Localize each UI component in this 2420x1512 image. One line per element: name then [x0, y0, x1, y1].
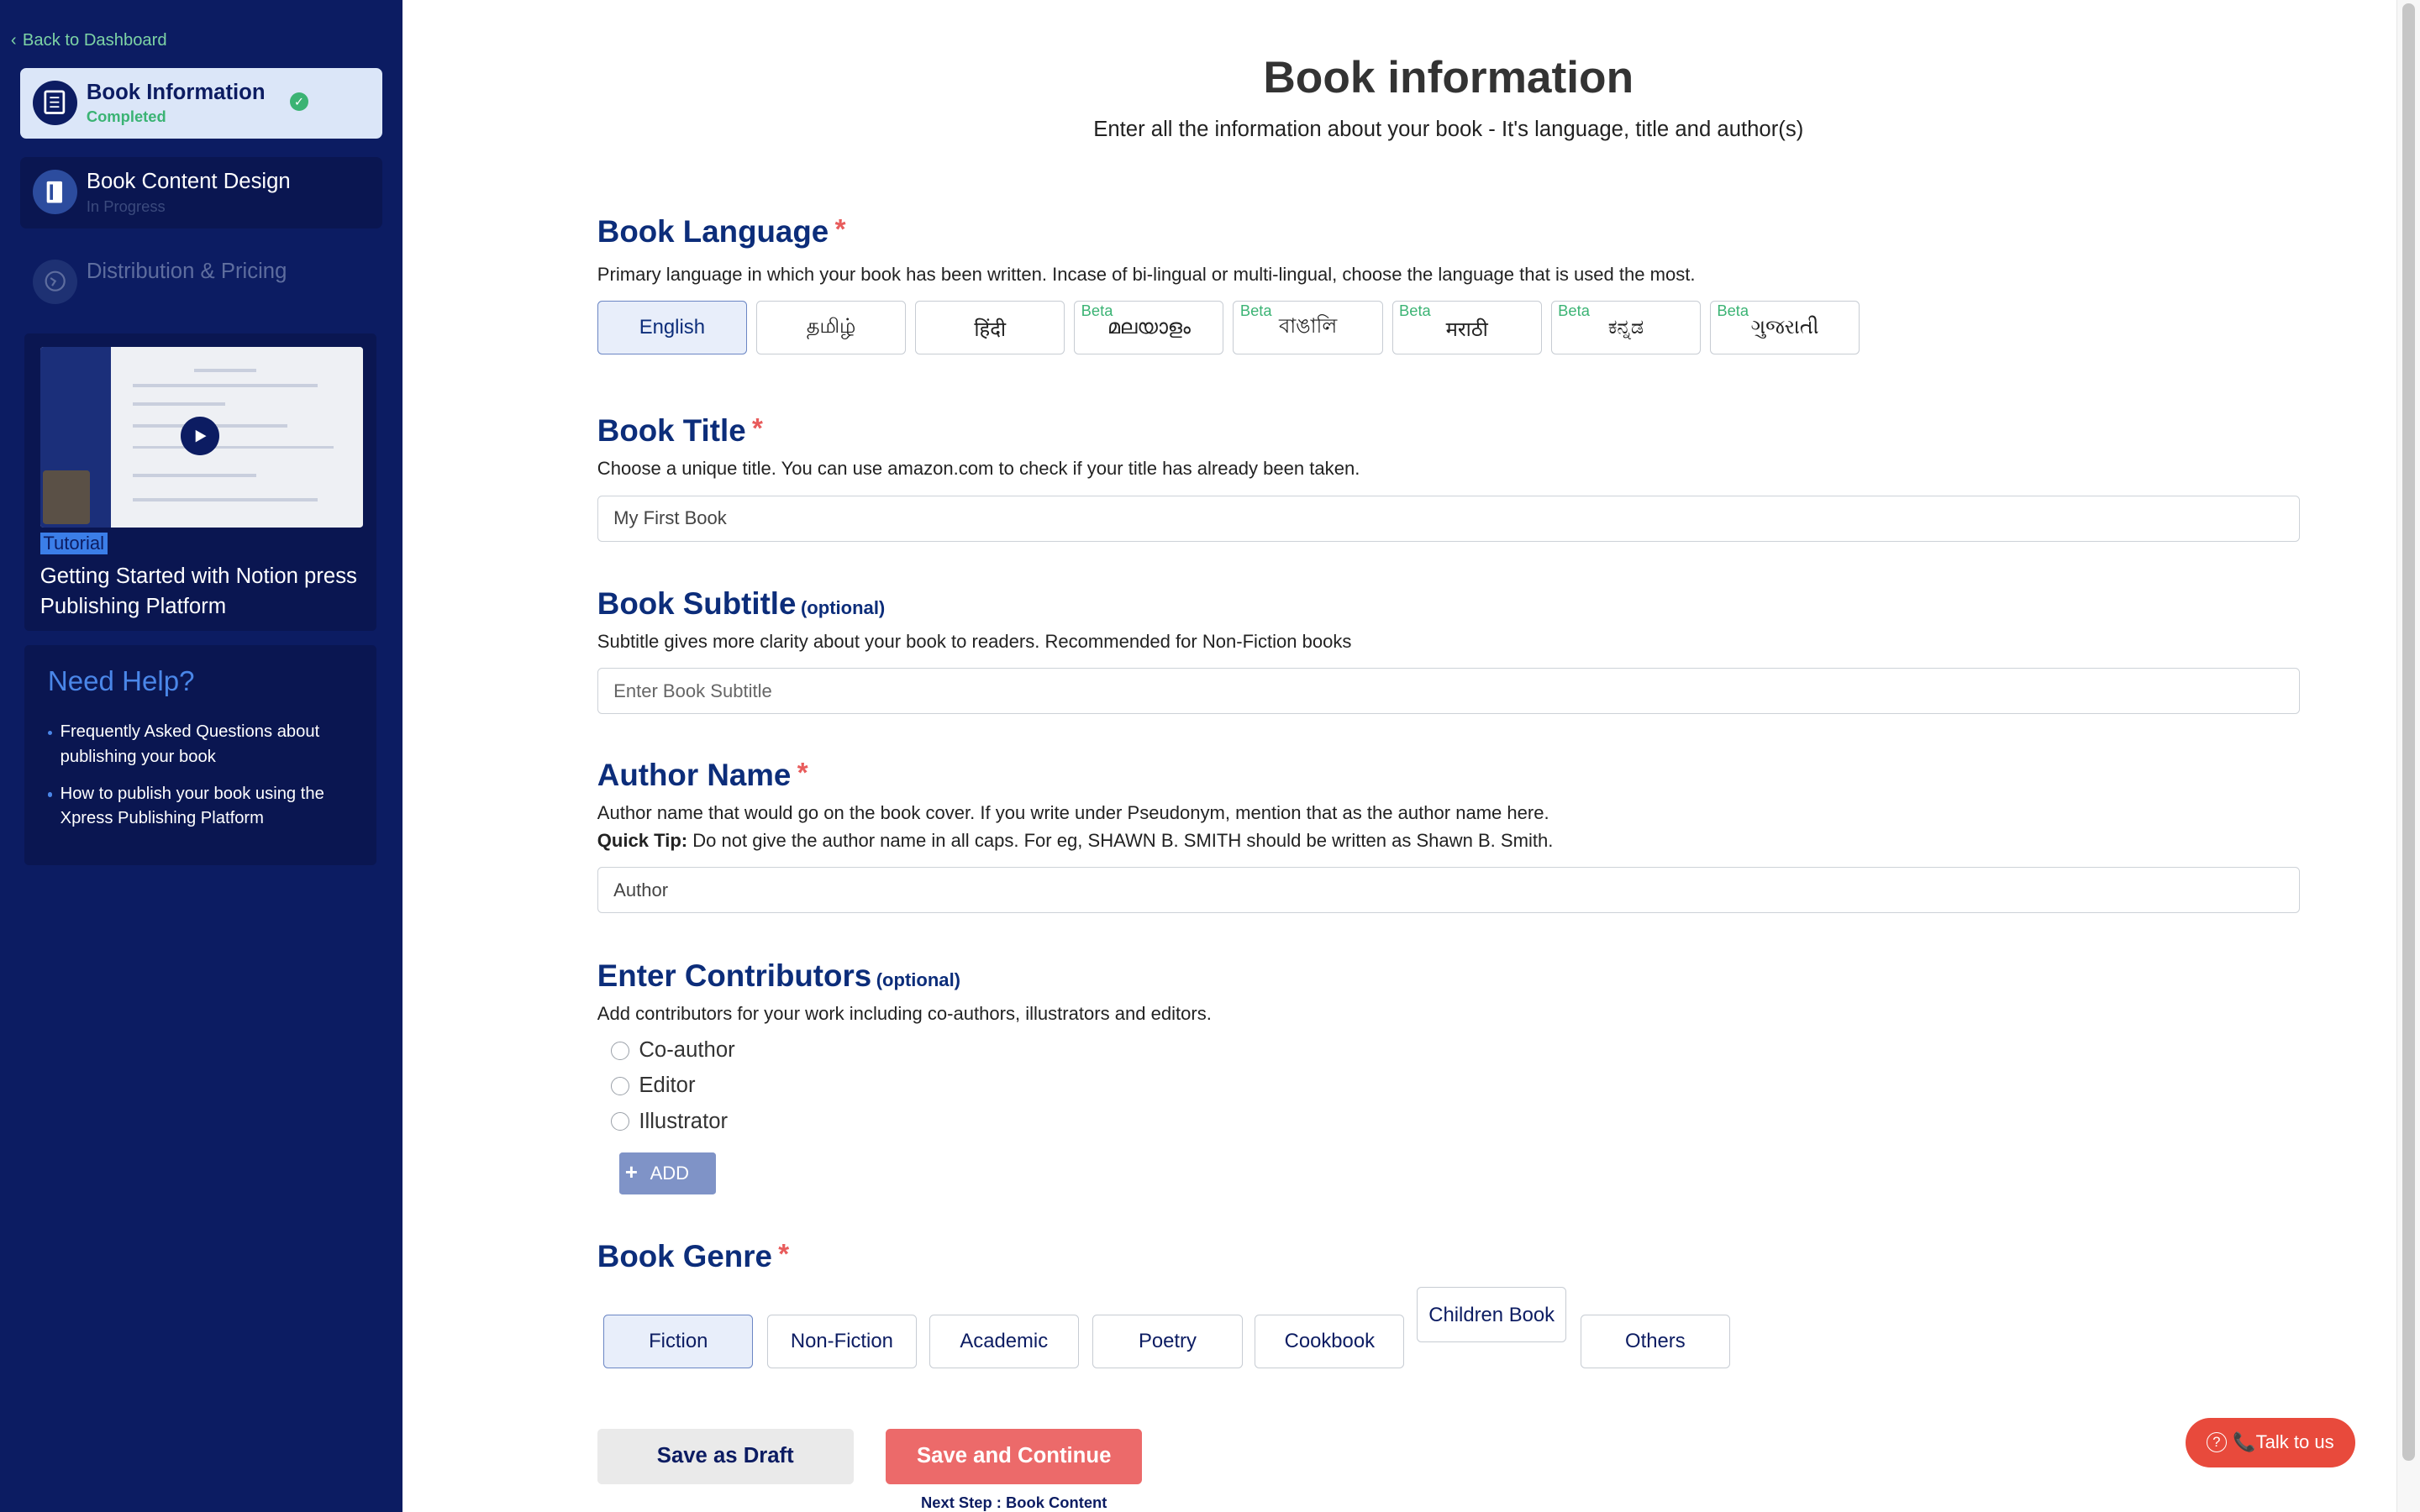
book-open-icon	[32, 170, 77, 215]
scrollbar-thumb[interactable]	[2402, 3, 2415, 1462]
genre-option-children-book[interactable]: Children Book	[1417, 1286, 1567, 1342]
save-as-draft-button[interactable]: Save as Draft	[597, 1428, 854, 1484]
title-heading: Book Title *	[597, 413, 763, 449]
step-title: Book Information	[86, 80, 266, 104]
help-circle-icon: ?	[2206, 1432, 2227, 1453]
contributor-editor-radio[interactable]: Editor	[611, 1074, 696, 1098]
tutorial-video-thumbnail[interactable]	[39, 347, 363, 528]
language-option-gujarati[interactable]: Beta ગુજરાતી	[1710, 301, 1860, 355]
genre-option-others[interactable]: Others	[1580, 1314, 1730, 1369]
next-step-label: Next Step : Book Content	[921, 1493, 1107, 1511]
page-scrollbar[interactable]	[2396, 0, 2420, 1512]
contributors-description: Add contributors for your work including…	[597, 1002, 1212, 1024]
help-link-publish-guide[interactable]: How to publish your book using the Xpres…	[47, 782, 354, 832]
back-to-dashboard-link[interactable]: ‹ Back to Dashboard	[11, 31, 167, 50]
beta-badge: Beta	[1399, 302, 1431, 320]
contributor-coauthor-radio[interactable]: Co-author	[611, 1038, 735, 1063]
subtitle-heading: Book Subtitle (optional)	[597, 585, 886, 621]
page-title: Book information	[1263, 53, 1634, 103]
globe-icon	[32, 259, 77, 304]
step-title: Book Content Design	[86, 170, 291, 194]
page-subtitle: Enter all the information about your boo…	[1093, 117, 1804, 141]
plus-icon: +	[624, 1161, 638, 1185]
add-contributor-button[interactable]: + ADD	[618, 1152, 717, 1194]
tutorial-card[interactable]: Tutorial Getting Started with Notion pre…	[24, 333, 377, 632]
language-option-malayalam[interactable]: Beta മലയാളം	[1074, 301, 1224, 355]
genre-option-academic[interactable]: Academic	[929, 1314, 1079, 1369]
talk-to-us-button[interactable]: ? 📞Talk to us	[2185, 1417, 2355, 1467]
genre-option-poetry[interactable]: Poetry	[1092, 1314, 1243, 1369]
language-option-hindi[interactable]: हिंदी	[915, 301, 1065, 355]
language-heading: Book Language *	[597, 214, 846, 249]
presenter-image	[43, 470, 90, 525]
language-option-bengali[interactable]: Beta বাঙালি	[1233, 301, 1383, 355]
help-panel: Need Help? Frequently Asked Questions ab…	[24, 644, 377, 866]
language-option-kannada[interactable]: Beta ಕನ್ನಡ	[1550, 301, 1701, 355]
sidebar: ‹ Back to Dashboard Book Information Com…	[0, 0, 403, 1512]
step-distribution-pricing[interactable]: Distribution & Pricing	[20, 247, 383, 318]
save-and-continue-button[interactable]: Save and Continue	[886, 1428, 1143, 1484]
language-description: Primary language in which your book has …	[597, 264, 1696, 286]
help-title: Need Help?	[47, 666, 195, 698]
author-heading: Author Name *	[597, 757, 808, 792]
tutorial-title[interactable]: Getting Started with Notion press Publis…	[40, 561, 361, 622]
play-icon[interactable]	[180, 416, 219, 455]
contributors-heading: Enter Contributors (optional)	[597, 958, 961, 993]
book-icon	[32, 80, 77, 125]
language-option-marathi[interactable]: Beta मराठी	[1392, 301, 1542, 355]
language-options: English தமிழ் हिंदी Beta മലയാളം Beta বাঙাল…	[597, 301, 1860, 355]
step-status: In Progress	[86, 197, 166, 215]
tutorial-badge: Tutorial	[39, 533, 108, 555]
step-status: Completed	[86, 108, 166, 126]
subtitle-description: Subtitle gives more clarity about your b…	[597, 631, 1352, 653]
beta-badge: Beta	[1081, 302, 1113, 320]
step-title: Distribution & Pricing	[86, 259, 287, 283]
help-link-faq[interactable]: Frequently Asked Questions about publish…	[47, 720, 354, 769]
step-book-information[interactable]: Book Information Completed ✓	[19, 67, 383, 139]
author-name-input[interactable]	[597, 867, 2300, 914]
genre-option-non-fiction[interactable]: Non-Fiction	[766, 1314, 917, 1369]
genre-heading: Book Genre *	[597, 1238, 790, 1273]
title-description: Choose a unique title. You can use amazo…	[597, 458, 1360, 480]
chevron-left-icon: ‹	[10, 30, 17, 50]
back-link-label: Back to Dashboard	[22, 30, 167, 50]
book-title-input[interactable]	[597, 495, 2300, 542]
contributor-illustrator-radio[interactable]: Illustrator	[611, 1110, 728, 1134]
beta-badge: Beta	[1558, 302, 1590, 320]
language-option-english[interactable]: English	[597, 301, 747, 355]
language-option-tamil[interactable]: தமிழ்	[755, 301, 907, 355]
beta-badge: Beta	[1239, 302, 1272, 320]
author-description: Author name that would go on the book co…	[597, 802, 1549, 824]
check-icon: ✓	[289, 92, 308, 112]
author-quick-tip: Quick Tip: Do not give the author name i…	[597, 830, 1554, 852]
book-subtitle-input[interactable]	[597, 668, 2300, 715]
beta-badge: Beta	[1717, 302, 1749, 320]
step-book-content-design[interactable]: Book Content Design In Progress	[19, 157, 383, 228]
genre-option-cookbook[interactable]: Cookbook	[1255, 1314, 1405, 1369]
genre-option-fiction[interactable]: Fiction	[603, 1314, 754, 1369]
